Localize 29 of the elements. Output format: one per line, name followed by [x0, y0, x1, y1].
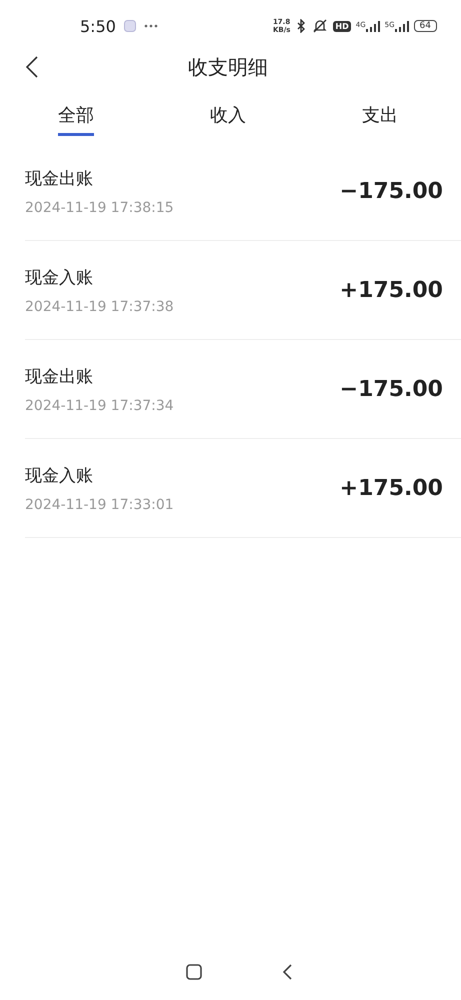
- app-notification-icon: [124, 20, 136, 32]
- record-time: 2024-11-19 17:33:01: [25, 496, 174, 512]
- page-title: 收支明细: [188, 54, 268, 80]
- record-title: 现金出账: [25, 366, 94, 388]
- signal-icon: [394, 20, 409, 32]
- record-title: 现金入账: [25, 464, 94, 486]
- home-icon[interactable]: [186, 964, 202, 980]
- back-button[interactable]: [24, 54, 40, 80]
- tab[interactable]: 全部: [58, 102, 94, 136]
- battery-indicator: 64: [414, 20, 437, 32]
- tab[interactable]: 支出: [362, 102, 398, 136]
- signal-icon: [366, 20, 380, 32]
- record-amount: −175.00: [340, 178, 443, 204]
- clock: 5:50: [80, 16, 116, 36]
- record-time: 2024-11-19 17:37:34: [25, 398, 174, 414]
- record-amount: +175.00: [340, 278, 443, 302]
- more-icon: [144, 24, 158, 28]
- record-time: 2024-11-19 17:37:38: [25, 298, 174, 314]
- record-title: 现金入账: [25, 266, 94, 288]
- back-icon: [26, 56, 38, 78]
- back-icon[interactable]: [282, 964, 292, 980]
- record-time: 2024-11-19 17:38:15: [25, 200, 174, 216]
- hd-badge: HD: [333, 20, 351, 32]
- record-title: 现金出账: [25, 168, 94, 190]
- bluetooth-icon: [295, 19, 308, 33]
- record-amount: −175.00: [340, 376, 443, 402]
- muted-bell-icon: [312, 19, 328, 33]
- tab[interactable]: 收入: [210, 102, 246, 136]
- record-amount: +175.00: [340, 476, 443, 500]
